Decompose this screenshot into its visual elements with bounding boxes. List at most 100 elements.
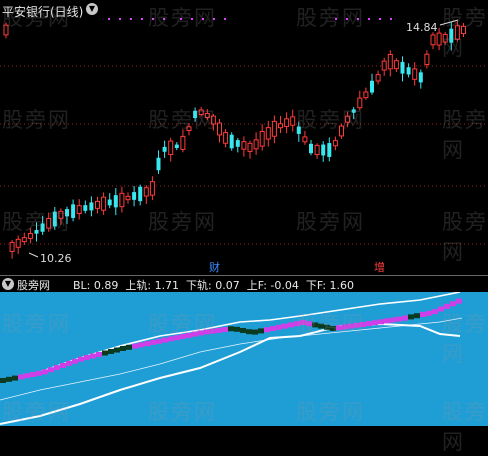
band-segment — [138, 342, 144, 348]
band-segment — [60, 363, 66, 368]
signal-dot — [379, 18, 381, 20]
candle-body — [138, 186, 143, 202]
candle-body — [363, 91, 369, 99]
candle-body — [21, 237, 27, 243]
indicator-dropdown-button[interactable]: ▼ — [2, 278, 14, 290]
candle-body — [223, 132, 229, 144]
band-segment — [258, 328, 264, 334]
watermark-8: 股旁网 — [442, 108, 488, 162]
candle-body — [393, 60, 399, 70]
candle-body — [309, 143, 313, 154]
candle-body — [156, 157, 161, 171]
candle-body — [412, 68, 418, 80]
band-segment — [264, 327, 270, 333]
candle-body — [101, 196, 107, 211]
indicator-panel[interactable] — [0, 292, 488, 426]
signal-dot — [224, 18, 226, 20]
band-segment — [132, 343, 138, 349]
watermark-10: 股旁网 — [148, 210, 217, 234]
candle-body — [271, 120, 277, 137]
band-segment — [90, 353, 96, 359]
signal-dot — [119, 18, 121, 20]
band-segment — [408, 314, 414, 320]
band-segment — [282, 323, 288, 329]
candle-body — [9, 241, 15, 252]
candle-body — [247, 142, 253, 152]
band-segment — [126, 344, 132, 350]
band-segment — [432, 309, 438, 315]
watermark-9: 股旁网 — [2, 210, 71, 234]
candle-body — [168, 140, 174, 156]
band-indicator-chart — [0, 292, 463, 425]
candle-body — [375, 74, 381, 82]
candle-body — [284, 118, 290, 128]
band-segment — [54, 365, 60, 371]
high-price-label: 14.84 — [406, 21, 438, 34]
band-segment — [420, 312, 426, 317]
band-segment — [72, 358, 78, 364]
band-segment — [18, 374, 24, 380]
band-segment — [96, 352, 102, 357]
band-segment — [114, 347, 120, 353]
candle-body — [235, 140, 240, 147]
candle-body — [241, 141, 247, 150]
watermark-19: 股旁网 — [296, 400, 365, 424]
candle-body — [71, 204, 76, 218]
band-segment — [240, 328, 246, 333]
band-segment — [222, 327, 228, 333]
watermark-20: 股旁网 — [442, 400, 488, 454]
band-segment — [378, 319, 384, 325]
candle-body — [327, 143, 332, 157]
candle-body — [174, 144, 179, 149]
candle-body — [400, 61, 405, 74]
band-segment — [162, 337, 168, 343]
candle-body — [229, 134, 234, 149]
watermark-2: 股旁网 — [148, 6, 217, 30]
indicator-name[interactable]: 股旁网 — [17, 277, 50, 293]
candle-body — [162, 146, 167, 152]
band-segment — [450, 301, 456, 307]
band-segment — [30, 372, 36, 377]
band-segment — [426, 310, 432, 316]
event-marker-cai[interactable]: 财 — [209, 259, 220, 275]
signal-dot — [390, 18, 392, 20]
chart-window: 平安银行(日线) ▼ 14.84 10.26 财 增 ▼ 股旁网 BL: 0.8… — [0, 0, 488, 454]
candle-body — [125, 195, 131, 201]
band-segment — [66, 360, 72, 366]
signal-dot — [141, 18, 143, 20]
candle-body — [370, 80, 374, 93]
watermark-12: 股旁网 — [442, 210, 488, 264]
candle-body — [119, 192, 125, 208]
candle-body — [314, 144, 320, 156]
candle-body — [332, 140, 338, 147]
watermark-11: 股旁网 — [296, 210, 365, 234]
band-segment — [36, 370, 42, 376]
band-segment — [246, 329, 252, 335]
band-segment — [456, 298, 462, 304]
band-segment — [366, 321, 372, 327]
candle-body — [436, 32, 442, 46]
event-marker-zeng[interactable]: 增 — [374, 259, 385, 275]
candle-body — [418, 72, 423, 83]
candle-body — [424, 53, 430, 66]
band-segment — [390, 317, 396, 323]
title-dropdown-button[interactable]: ▼ — [86, 3, 98, 15]
main-price-panel[interactable]: 平安银行(日线) ▼ 14.84 10.26 财 增 — [0, 0, 488, 275]
watermark-18: 股旁网 — [148, 400, 217, 424]
candle-body — [113, 195, 118, 208]
candle-body — [15, 238, 21, 248]
band-segment — [84, 355, 90, 360]
band-segment — [270, 326, 276, 331]
band-segment — [0, 378, 6, 383]
signal-dot — [108, 18, 110, 20]
band-segment — [42, 369, 48, 375]
candle-body — [180, 135, 186, 150]
watermark-3: 股旁网 — [296, 6, 365, 30]
band-segment — [396, 316, 402, 322]
band-segment — [24, 373, 30, 379]
candle-body — [406, 67, 411, 75]
band-segment — [12, 375, 18, 381]
watermark-6: 股旁网 — [148, 108, 217, 132]
watermark-17: 股旁网 — [2, 400, 71, 424]
watermark-5: 股旁网 — [2, 108, 71, 132]
